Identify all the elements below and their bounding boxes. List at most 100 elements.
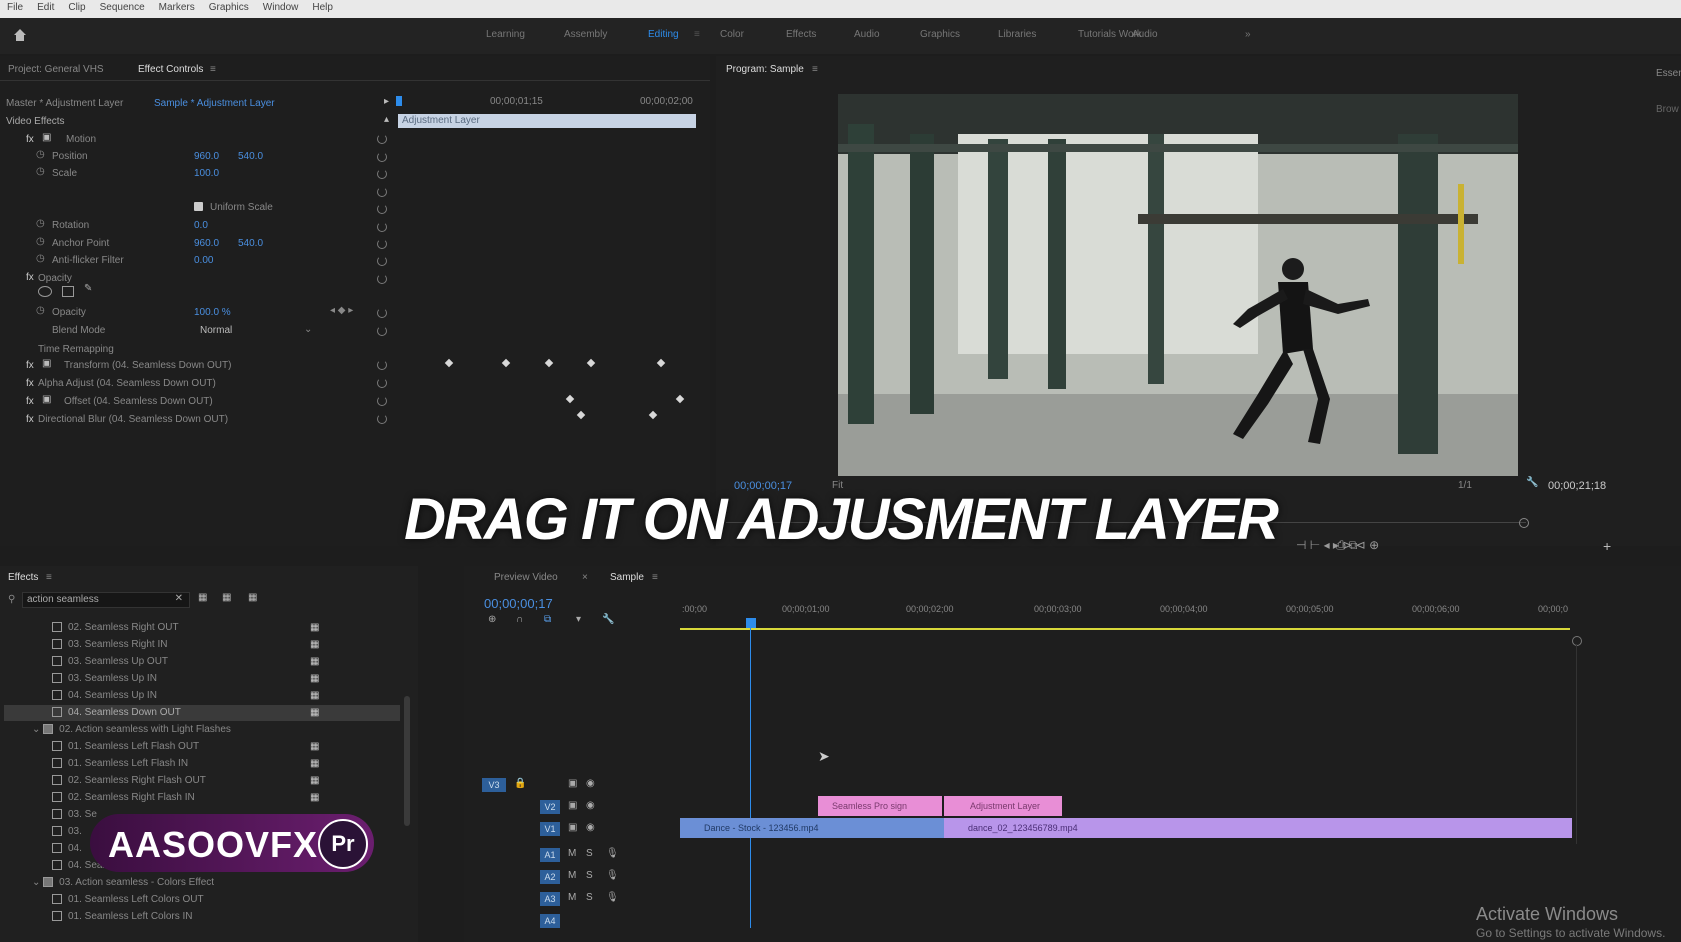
stopwatch-icon[interactable]: ◷ (36, 305, 45, 316)
browse-label[interactable]: Brow (1656, 104, 1679, 115)
menu-help[interactable]: Help (305, 0, 340, 15)
position-y[interactable]: 540.0 (238, 151, 263, 162)
keyframe[interactable] (656, 358, 666, 368)
effect-item[interactable]: 01. Seamless Left Flash IN (52, 758, 188, 769)
keyframe[interactable] (544, 358, 554, 368)
fx-transform[interactable]: Transform (04. Seamless Down OUT) (64, 360, 231, 371)
clear-icon[interactable]: ✕ (175, 593, 183, 604)
menu-lines-icon[interactable]: ≡ (46, 572, 52, 583)
timeline-clip-seamless-sign[interactable]: Seamless Pro sign (818, 796, 942, 816)
wrench-icon[interactable]: 🔧 (602, 614, 614, 625)
yuv-effects-icon[interactable]: ▦ (248, 592, 257, 603)
effect-item[interactable]: 02. Seamless Right OUT (52, 622, 179, 633)
menu-lines-icon[interactable]: ≡ (694, 29, 700, 40)
32bit-effects-icon[interactable]: ▦ (222, 592, 231, 603)
film-icon[interactable]: ▣ (568, 800, 577, 811)
menu-lines-icon[interactable]: ≡ (652, 572, 658, 583)
reset-icon[interactable] (377, 239, 387, 249)
effect-item[interactable]: 03. Seamless Up IN (52, 673, 157, 684)
reset-icon[interactable] (377, 169, 387, 179)
tab-sample[interactable]: Sample (610, 572, 644, 583)
menu-sequence[interactable]: Sequence (93, 0, 152, 15)
effect-item-selected[interactable]: 04. Seamless Down OUT (52, 707, 181, 718)
mute-icon[interactable]: M (568, 848, 576, 859)
reset-icon[interactable] (377, 396, 387, 406)
solo-icon[interactable]: S (586, 892, 593, 903)
workspace-color[interactable]: Color (720, 29, 744, 40)
adjustment-layer-clip-bar[interactable]: Adjustment Layer (398, 114, 696, 128)
track-target-v3[interactable]: V3 (482, 778, 506, 792)
pen-mask-icon[interactable]: ✎ (84, 283, 92, 294)
uniform-scale-checkbox[interactable] (194, 202, 203, 211)
scroll-handle[interactable] (1572, 636, 1582, 646)
time-remap-label[interactable]: Time Remapping (38, 344, 114, 355)
reset-icon[interactable] (377, 222, 387, 232)
program-title[interactable]: Program: Sample (726, 64, 804, 75)
workspace-audio-2[interactable]: Audio (1132, 29, 1158, 40)
work-area-bar[interactable] (680, 628, 1570, 630)
fx-alpha-adjust[interactable]: Alpha Adjust (04. Seamless Down OUT) (38, 378, 216, 389)
track-target-v2[interactable]: V2 (540, 800, 560, 814)
track-target-v1[interactable]: V1 (540, 822, 560, 836)
anchor-x[interactable]: 960.0 (194, 238, 219, 249)
menu-graphics[interactable]: Graphics (202, 0, 256, 15)
keyframe[interactable] (565, 394, 575, 404)
eye-icon[interactable]: ◉ (586, 778, 595, 789)
workspace-assembly[interactable]: Assembly (564, 29, 607, 40)
reset-icon[interactable] (377, 152, 387, 162)
solo-icon[interactable]: S (586, 848, 593, 859)
reset-icon[interactable] (377, 308, 387, 318)
microphone-icon[interactable]: 🎙 (606, 870, 619, 881)
blend-mode-select[interactable]: Normal (200, 325, 232, 336)
reset-icon[interactable] (377, 360, 387, 370)
mini-playhead[interactable] (396, 96, 402, 106)
close-icon[interactable]: × (582, 572, 588, 583)
workspace-graphics[interactable]: Graphics (920, 29, 960, 40)
effects-search-input[interactable]: action seamless ✕ (22, 592, 190, 608)
keyframe[interactable] (501, 358, 511, 368)
effect-folder[interactable]: ⌄ 03. Action seamless - Colors Effect (32, 877, 214, 888)
mute-icon[interactable]: M (568, 870, 576, 881)
effect-folder[interactable]: ⌄ 02. Action seamless with Light Flashes (32, 724, 231, 735)
tab-effect-controls[interactable]: Effect Controls (138, 64, 203, 75)
rotation-value[interactable]: 0.0 (194, 220, 208, 231)
menu-file[interactable]: File (0, 0, 30, 15)
scale-value[interactable]: 100.0 (194, 168, 219, 179)
anchor-y[interactable]: 540.0 (238, 238, 263, 249)
effect-item[interactable]: 01. Seamless Left Colors OUT (52, 894, 204, 905)
opacity-value[interactable]: 100.0 % (194, 307, 231, 318)
chevron-right-icon[interactable]: ▸ (384, 96, 389, 107)
keyframe-nav-icon[interactable]: ◂ ◆ ▸ (330, 305, 353, 316)
reset-icon[interactable] (377, 274, 387, 284)
timeline-clip-dance-2[interactable]: dance_02_123456789.mp4 (944, 818, 1572, 838)
eye-icon[interactable]: ◉ (586, 800, 595, 811)
keyframe[interactable] (576, 410, 586, 420)
stopwatch-icon[interactable]: ◷ (36, 236, 45, 247)
solo-icon[interactable]: S (586, 870, 593, 881)
film-icon[interactable]: ▣ (568, 778, 577, 789)
playhead-handle[interactable] (746, 618, 756, 628)
lock-icon[interactable]: 🔒 (514, 778, 526, 789)
keyframe[interactable] (675, 394, 685, 404)
rectangle-mask-icon[interactable] (62, 286, 74, 297)
linked-selection-icon[interactable]: ⧉ (544, 614, 551, 625)
track-target-a4[interactable]: A4 (540, 914, 560, 928)
track-target-a3[interactable]: A3 (540, 892, 560, 906)
effect-item[interactable]: 03. Se (52, 809, 97, 820)
workspace-libraries[interactable]: Libraries (998, 29, 1036, 40)
track-target-a1[interactable]: A1 (540, 848, 560, 862)
effect-item[interactable]: 01. Seamless Left Flash OUT (52, 741, 199, 752)
fx-offset[interactable]: Offset (04. Seamless Down OUT) (64, 396, 213, 407)
stopwatch-icon[interactable]: ◷ (36, 166, 45, 177)
effect-item[interactable]: 03. Seamless Right IN (52, 639, 168, 650)
essentials-label[interactable]: Essen (1656, 68, 1681, 79)
timeline-timecode[interactable]: 00;00;00;17 (484, 596, 553, 611)
reset-icon[interactable] (377, 256, 387, 266)
reset-icon[interactable] (377, 326, 387, 336)
reset-icon[interactable] (377, 204, 387, 214)
film-icon[interactable]: ▣ (568, 822, 577, 833)
master-label[interactable]: Master * Adjustment Layer (6, 98, 123, 109)
effect-item[interactable]: 02. Seamless Right Flash OUT (52, 775, 206, 786)
keyframe[interactable] (444, 358, 454, 368)
reset-icon[interactable] (377, 414, 387, 424)
